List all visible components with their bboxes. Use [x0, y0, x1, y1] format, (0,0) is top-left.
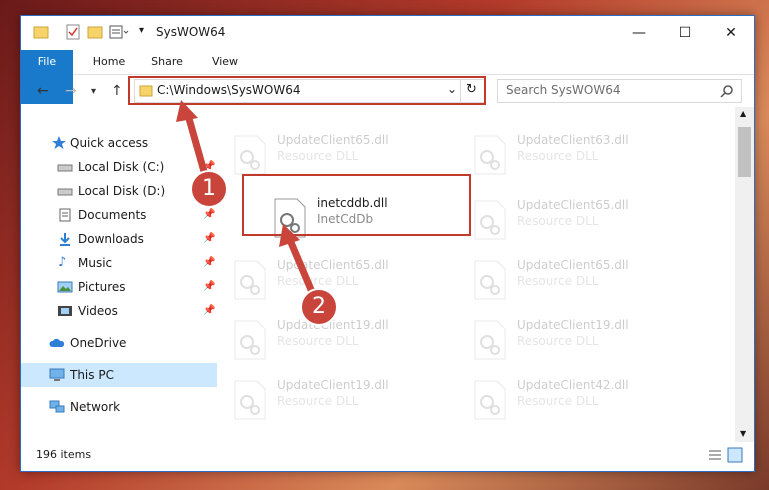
step-badge-2: 2 — [300, 288, 338, 326]
arrow-1-head — [176, 100, 198, 122]
arrow-2-shaft — [286, 238, 316, 294]
step-badge-1: 1 — [190, 170, 228, 208]
step-arrows — [176, 100, 316, 294]
arrow-1-shaft — [184, 114, 209, 176]
